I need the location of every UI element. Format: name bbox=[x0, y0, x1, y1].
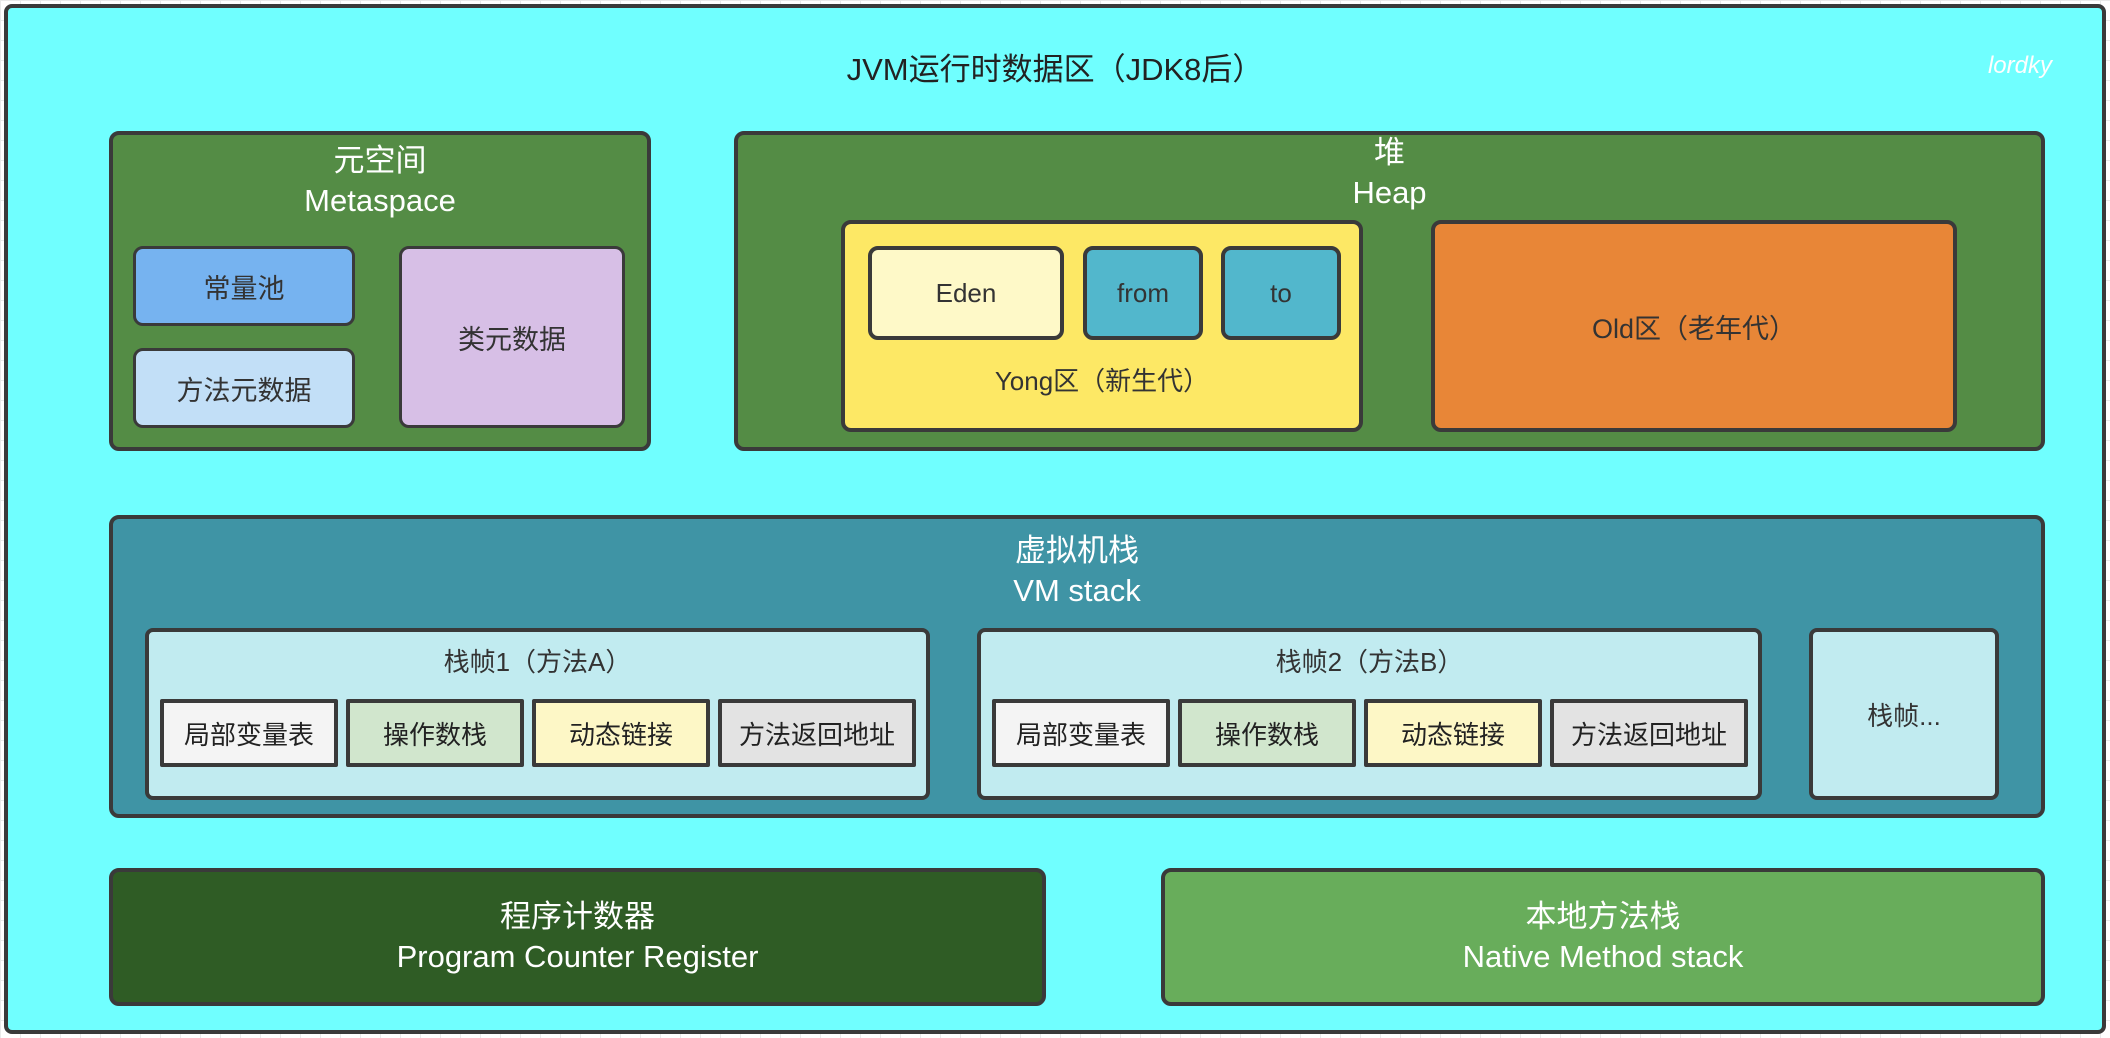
stack-frame-title: 栈帧1（方法A） bbox=[443, 647, 632, 677]
program-counter-title: 程序计数器 Program Counter Register bbox=[113, 897, 1042, 977]
heap-region: 堆 Heap Eden from to Yong区（新生代） Old区（老年代） bbox=[734, 131, 2045, 451]
metaspace-region: 元空间 Metaspace 常量池 方法元数据 类元数据 bbox=[109, 131, 651, 451]
heap-title-cn: 堆 bbox=[1374, 135, 1405, 170]
native-method-stack-title: 本地方法栈 Native Method stack bbox=[1165, 897, 2041, 977]
stack-frame-1: 栈帧1（方法A） 局部变量表 操作数栈 动态链接 方法返回地址 bbox=[145, 628, 930, 800]
more-stack-frames: 栈帧... bbox=[1809, 628, 1999, 800]
vm-stack-region: 虚拟机栈 VM stack 栈帧1（方法A） 局部变量表 操作数栈 动态链接 方… bbox=[109, 515, 2045, 818]
native-method-stack-region: 本地方法栈 Native Method stack bbox=[1161, 868, 2045, 1006]
vm-stack-title-cn: 虚拟机栈 bbox=[1015, 533, 1139, 568]
diagram-title: JVM运行时数据区（JDK8后） bbox=[846, 52, 1264, 87]
jvm-runtime-data-area: JVM运行时数据区（JDK8后） lordky 元空间 Metaspace 常量… bbox=[4, 4, 2106, 1034]
return-address: 方法返回地址 bbox=[1550, 699, 1748, 767]
metaspace-title-cn: 元空间 bbox=[333, 143, 427, 178]
old-generation-box: Old区（老年代） bbox=[1431, 220, 1957, 432]
program-counter-region: 程序计数器 Program Counter Register bbox=[109, 868, 1046, 1006]
watermark: lordky bbox=[1987, 52, 2052, 79]
program-counter-title-en: Program Counter Register bbox=[396, 939, 759, 974]
metaspace-title: 元空间 Metaspace bbox=[113, 141, 647, 221]
metaspace-title-en: Metaspace bbox=[304, 183, 456, 218]
constant-pool-box: 常量池 bbox=[133, 246, 355, 326]
stack-frame-2: 栈帧2（方法B） 局部变量表 操作数栈 动态链接 方法返回地址 bbox=[977, 628, 1762, 800]
vm-stack-title-en: VM stack bbox=[1013, 573, 1141, 608]
survivor-from-box: from bbox=[1083, 246, 1203, 340]
local-variable-table: 局部变量表 bbox=[160, 699, 338, 767]
return-address: 方法返回地址 bbox=[718, 699, 916, 767]
native-method-stack-title-cn: 本地方法栈 bbox=[1525, 899, 1681, 934]
program-counter-title-cn: 程序计数器 bbox=[500, 899, 655, 934]
stack-frame-title: 栈帧2（方法B） bbox=[1275, 647, 1464, 677]
native-method-stack-title-en: Native Method stack bbox=[1462, 939, 1744, 974]
local-variable-table: 局部变量表 bbox=[992, 699, 1170, 767]
young-generation-label: Yong区（新生代） bbox=[994, 366, 1210, 396]
heap-title: 堆 Heap bbox=[738, 133, 2041, 213]
heap-title-en: Heap bbox=[1352, 175, 1427, 210]
dynamic-linking: 动态链接 bbox=[1364, 699, 1542, 767]
young-generation-box: Eden from to Yong区（新生代） bbox=[841, 220, 1363, 432]
dynamic-linking: 动态链接 bbox=[532, 699, 710, 767]
operand-stack: 操作数栈 bbox=[1178, 699, 1356, 767]
method-metadata-box: 方法元数据 bbox=[133, 348, 355, 428]
class-metadata-box: 类元数据 bbox=[399, 246, 625, 428]
operand-stack: 操作数栈 bbox=[346, 699, 524, 767]
vm-stack-title: 虚拟机栈 VM stack bbox=[113, 531, 2041, 611]
eden-box: Eden bbox=[868, 246, 1064, 340]
survivor-to-box: to bbox=[1221, 246, 1341, 340]
